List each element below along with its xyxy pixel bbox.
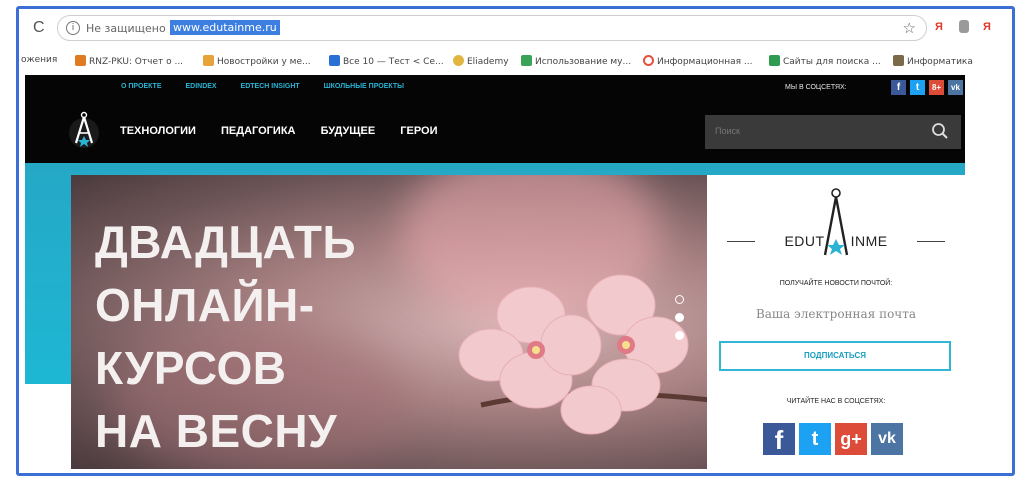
bookmark-item[interactable]: Все 10 — Тест < Се... [329,55,444,67]
brand-name: EDUT INME [751,233,921,249]
slider-dot[interactable] [675,295,684,304]
bookmark-label: Информатика [907,57,973,67]
nav-link-edindex[interactable]: EDINDEX [185,83,216,90]
nav-link-edtech-insight[interactable]: EDTECH INSIGHT [241,83,300,90]
hero-title-line: НА ВЕСНУ [95,405,338,457]
bookmark-label: Информационная ... [657,57,753,67]
address-bar[interactable]: i Не защищено www.edutainme.ru ☆ [57,15,927,41]
nav-link-heroes[interactable]: ГЕРОИ [400,125,437,137]
bookmark-label: Все 10 — Тест < Се... [343,57,444,67]
hero-title[interactable]: ДВАДЦАТЬ ОНЛАЙН- КУРСОВ НА ВЕСНУ [95,211,425,463]
search-icon[interactable] [931,122,949,140]
twitter-icon[interactable]: t [910,80,925,95]
nav-link-future[interactable]: БУДУЩЕЕ [321,125,376,137]
bookmark-label: RNZ-PKU: Отчет о ... [89,57,184,67]
vk-icon[interactable]: vk [948,80,963,95]
bookmark-item[interactable]: Новостройки у ме... [203,55,311,67]
yandex-extension-icon[interactable]: Я [935,21,943,33]
twitter-icon[interactable]: t [799,423,831,455]
bookmark-star-icon[interactable]: ☆ [903,19,916,37]
nav-link-about[interactable]: О ПРОЕКТЕ [121,83,162,90]
nav-link-pedagogy[interactable]: ПЕДАГОГИКА [221,125,295,137]
site-header: О ПРОЕКТЕ EDINDEX EDTECH INSIGHT ШКОЛЬНЫ… [25,75,965,163]
bookmarks-bar: ожения RNZ-PKU: Отчет о ... Новостройки … [19,49,1012,73]
bookmark-icon [329,55,340,66]
google-plus-icon[interactable]: 8+ [929,80,944,95]
facebook-icon[interactable]: f [891,80,906,95]
bookmark-icon [893,55,904,66]
bookmark-icon [643,55,654,66]
search-input[interactable]: Поиск [705,115,961,149]
bookmark-label: Использование му... [535,57,632,67]
bookmark-item[interactable]: Eliademy [453,55,509,67]
hero-title-line: ДВАДЦАТЬ [95,216,357,268]
hero-title-line: КУРСОВ [95,342,287,394]
bookmark-item[interactable]: Информатика [893,55,973,67]
vk-icon[interactable]: vk [871,423,903,455]
reload-icon[interactable]: C [33,19,45,37]
bookmark-label: Сайты для поиска ... [783,57,881,67]
email-field[interactable]: Ваша электронная почта [707,307,965,321]
sheets-icon [769,55,780,66]
slider-dot[interactable] [675,331,684,340]
top-navigation: О ПРОЕКТЕ EDINDEX EDTECH INSIGHT ШКОЛЬНЫ… [121,83,426,90]
info-icon[interactable]: i [66,21,80,35]
hero-banner[interactable]: ДВАДЦАТЬ ОНЛАЙН- КУРСОВ НА ВЕСНУ [71,175,707,469]
nav-link-technologies[interactable]: ТЕХНОЛОГИИ [120,125,196,137]
social-label: МЫ В СОЦСЕТЯХ: [785,84,847,91]
slider-dot-active[interactable] [675,313,684,322]
bookmark-item[interactable]: Использование му... [521,55,631,67]
newsletter-label: ПОЛУЧАЙТЕ НОВОСТИ ПОЧТОЙ: [779,280,893,287]
cherry-blossom-image [458,274,707,435]
yandex-extension-icon-2[interactable]: Я [983,21,991,33]
nav-link-school-projects[interactable]: ШКОЛЬНЫЕ ПРОЕКТЫ [324,83,404,90]
bookmark-icon [75,55,86,66]
bookmark-label: ожения [21,55,58,65]
screenshot-frame: C i Не защищено www.edutainme.ru ☆ Я Я о… [16,6,1015,476]
bookmark-icon [453,55,464,66]
bookmark-label: Eliademy [467,57,509,67]
subscribe-sidebar: EDUT INME ПОЛУЧАЙТЕ НОВОСТИ ПОЧТОЙ: Ваша … [707,175,965,455]
search-placeholder: Поиск [715,126,740,136]
bookmark-label: Новостройки у ме... [217,57,311,67]
subscribe-button[interactable]: ПОДПИСАТЬСЯ [719,341,951,371]
bookmark-icon [203,55,214,66]
bookmark-item[interactable]: Сайты для поиска ... [769,55,881,67]
main-navigation: ТЕХНОЛОГИИ ПЕДАГОГИКА БУДУЩЕЕ ГЕРОИ [120,125,459,137]
extension-icon[interactable] [959,20,969,33]
bookmark-item[interactable]: RNZ-PKU: Отчет о ... [75,55,183,67]
brand-right: INME [850,233,888,249]
social-read-label: ЧИТАЙТЕ НАС В СОЦСЕТЯХ: [786,398,886,405]
drive-icon [521,55,532,66]
security-status[interactable]: Не защищено [86,22,166,35]
facebook-icon[interactable]: f [763,423,795,455]
site-logo-icon[interactable] [69,111,99,151]
browser-toolbar: C i Не защищено www.edutainme.ru ☆ Я Я [19,9,1012,47]
hero-title-line: ОНЛАЙН- [95,279,315,331]
brand-left: EDUT [784,233,825,249]
bookmark-item[interactable]: Информационная ... [643,55,752,67]
content-area: ДВАДЦАТЬ ОНЛАЙН- КУРСОВ НА ВЕСНУ EDUT IN… [25,163,965,473]
url-text[interactable]: www.edutainme.ru [170,20,280,35]
brand-divider [917,241,945,242]
bookmark-item[interactable]: ожения [21,55,57,65]
slider-dots [675,295,684,349]
google-plus-icon[interactable]: g+ [835,423,867,455]
